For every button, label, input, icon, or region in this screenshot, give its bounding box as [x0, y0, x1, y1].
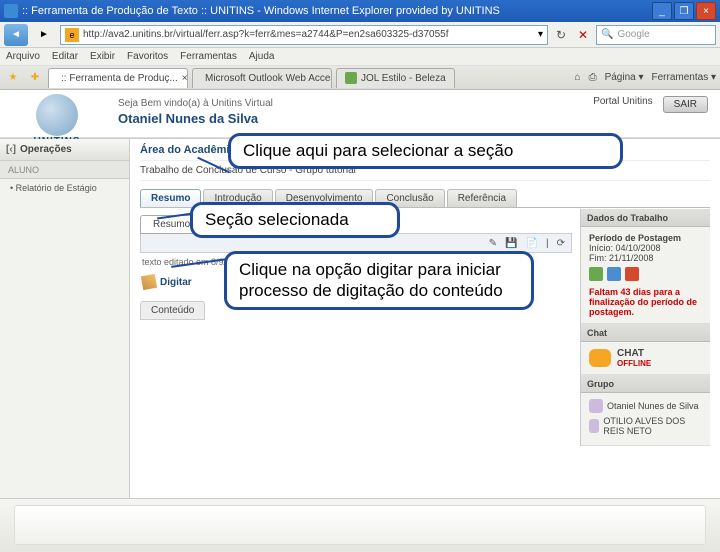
conteudo-tab[interactable]: Conteúdo: [140, 301, 205, 320]
sidebar-title: Operações: [20, 144, 72, 155]
tab-label: :: Ferramenta de Produç...: [61, 73, 178, 84]
right-column: Dados do Trabalho Período de Postagem In…: [580, 209, 710, 446]
main-area: [‹] Operações ALUNO • Relatório de Estági…: [0, 138, 720, 498]
home-button[interactable]: ⌂: [575, 72, 581, 83]
avatar-icon: [589, 399, 603, 413]
chat-label: CHAT: [617, 348, 651, 359]
export-icon[interactable]: [625, 267, 639, 281]
group-member[interactable]: Otaniel Nunes de Silva: [589, 399, 702, 413]
browser-tab-1[interactable]: :: Ferramenta de Produç... ×: [48, 68, 188, 88]
tab-close-icon[interactable]: ×: [182, 73, 188, 84]
stop-button[interactable]: ✕: [574, 26, 592, 44]
menu-exibir[interactable]: Exibir: [90, 51, 115, 62]
tab-label: JOL Estilo - Beleza: [361, 73, 446, 84]
pen-icon: [141, 274, 157, 290]
callout-text: Clique aqui para selecionar a seção: [243, 141, 513, 160]
menu-arquivo[interactable]: Arquivo: [6, 51, 40, 62]
welcome-text: Seja Bem vindo(a) à Unitins Virtual: [118, 98, 577, 109]
page-header: UNITINS Seja Bem vindo(a) à Unitins Virt…: [0, 90, 720, 138]
logout-button[interactable]: SAIR: [663, 96, 708, 113]
portal-link[interactable]: Portal Unitins: [593, 96, 652, 107]
callout-text: Clique na opção digitar para iniciar pro…: [239, 260, 503, 300]
menu-ajuda[interactable]: Ajuda: [249, 51, 275, 62]
faltam-text: Faltam 43 dias para a finalização do per…: [589, 287, 702, 317]
sidebar-item-relatorio[interactable]: • Relatório de Estágio: [0, 179, 129, 197]
tab-referencia[interactable]: Referência: [447, 189, 517, 207]
toolbar-icon[interactable]: ✎: [489, 238, 497, 249]
callout-text: Seção selecionada: [205, 210, 349, 229]
search-placeholder: Google: [617, 29, 649, 40]
chat-header: Chat: [581, 324, 710, 342]
menu-ferramentas[interactable]: Ferramentas: [180, 51, 237, 62]
callout-2: Seção selecionada: [190, 202, 400, 238]
footer-panel: [14, 505, 706, 545]
search-icon: 🔍: [601, 29, 613, 40]
export-icon[interactable]: [607, 267, 621, 281]
ferramentas-dropdown[interactable]: Ferramentas ▾: [652, 72, 716, 83]
search-box[interactable]: 🔍 Google: [596, 25, 716, 45]
print-icon: ⎙: [589, 72, 597, 83]
grupo-header: Grupo: [581, 375, 710, 393]
nav-toolbar: ◄ ► e http://ava2.unitins.br/virtual/fer…: [0, 22, 720, 48]
digitar-label: Digitar: [160, 277, 192, 288]
chat-bubble-icon: [589, 349, 611, 367]
chat-status: OFFLINE: [617, 359, 651, 368]
page-footer: [0, 498, 720, 552]
export-icon[interactable]: [589, 267, 603, 281]
pagina-dropdown[interactable]: Página ▾: [605, 72, 644, 83]
chat-widget[interactable]: CHAT OFFLINE: [589, 348, 702, 368]
favorites-icon[interactable]: ★: [4, 69, 22, 87]
member-name: OTILIO ALVES DOS REIS NETO: [603, 416, 702, 436]
toolbar-icon[interactable]: |: [546, 238, 549, 249]
callout-1: Clique aqui para selecionar a seção: [228, 133, 623, 169]
window-title: :: Ferramenta de Produção de Texto :: UN…: [22, 5, 652, 17]
menu-editar[interactable]: Editar: [52, 51, 78, 62]
window-titlebar: :: Ferramenta de Produção de Texto :: UN…: [0, 0, 720, 22]
add-favorites-icon[interactable]: ✚: [26, 69, 44, 87]
content-area: Área do Acadêmico Trabalho de Conclusão …: [130, 139, 720, 498]
group-member[interactable]: OTILIO ALVES DOS REIS NETO: [589, 416, 702, 436]
toolbar-icon[interactable]: ⟳: [557, 238, 565, 249]
menubar: Arquivo Editar Exibir Favoritos Ferramen…: [0, 48, 720, 66]
minimize-button[interactable]: _: [652, 2, 672, 20]
user-name: Otaniel Nunes da Silva: [118, 111, 577, 126]
toolbar-icon[interactable]: 📄: [526, 238, 538, 249]
refresh-button[interactable]: ↻: [552, 26, 570, 44]
sidebar-header[interactable]: [‹] Operações: [0, 139, 129, 161]
tab-resumo[interactable]: Resumo: [140, 189, 201, 207]
sidebar: [‹] Operações ALUNO • Relatório de Estági…: [0, 139, 130, 498]
browser-tab-3[interactable]: JOL Estilo - Beleza: [336, 68, 455, 88]
fim-text: Fim: 21/11/2008: [589, 253, 702, 263]
tab-label: Microsoft Outlook Web Access: [205, 73, 332, 84]
avatar-icon: [589, 419, 599, 433]
close-button[interactable]: ×: [696, 2, 716, 20]
tab-strip: ★ ✚ :: Ferramenta de Produç... × Microsof…: [0, 66, 720, 90]
forward-button[interactable]: ►: [32, 24, 56, 46]
address-bar[interactable]: e http://ava2.unitins.br/virtual/ferr.as…: [60, 25, 548, 45]
inicio-text: Início: 04/10/2008: [589, 243, 702, 253]
toolbar-icon[interactable]: 💾: [505, 238, 517, 249]
page-icon: e: [65, 28, 79, 42]
app-icon: [4, 4, 18, 18]
member-name: Otaniel Nunes de Silva: [607, 401, 699, 411]
print-button[interactable]: ⎙: [589, 72, 597, 83]
dados-header: Dados do Trabalho: [581, 209, 710, 227]
back-button[interactable]: ◄: [4, 24, 28, 46]
logo-image: [36, 94, 78, 136]
browser-tab-2[interactable]: Microsoft Outlook Web Access: [192, 68, 332, 88]
tab-icon: [345, 72, 357, 84]
url-text: http://ava2.unitins.br/virtual/ferr.asp?…: [83, 29, 534, 40]
menu-favoritos[interactable]: Favoritos: [127, 51, 168, 62]
collapse-icon: [‹]: [6, 144, 16, 155]
home-icon: ⌂: [575, 72, 581, 83]
maximize-button[interactable]: ❐: [674, 2, 694, 20]
sidebar-subheader: ALUNO: [0, 161, 129, 179]
periodo-label: Período de Postagem: [589, 233, 702, 243]
callout-3: Clique na opção digitar para iniciar pro…: [224, 251, 534, 310]
dropdown-icon[interactable]: ▾: [538, 29, 543, 40]
